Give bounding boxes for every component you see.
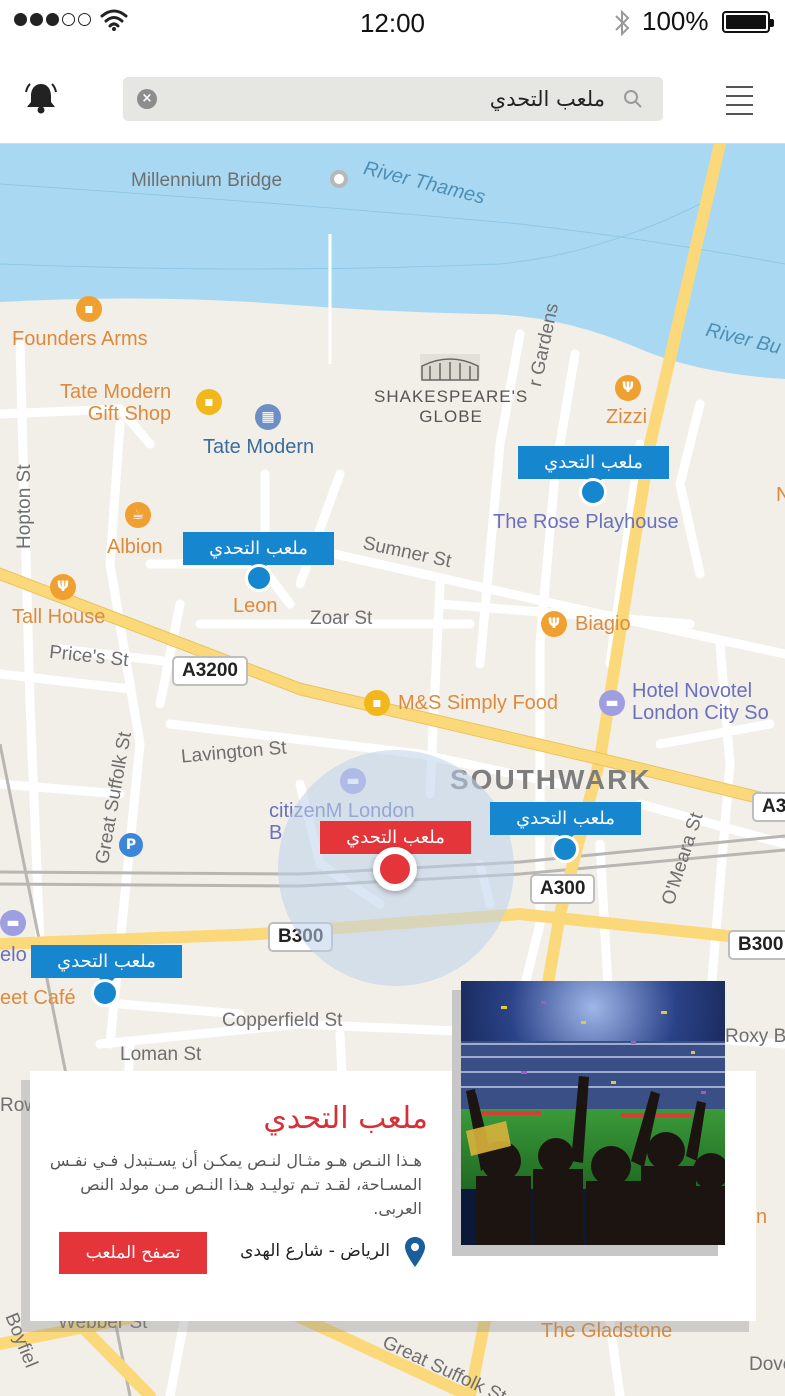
biagio-label: Biagio: [575, 613, 631, 635]
browse-venue-button[interactable]: تصفح الملعب: [59, 1232, 207, 1274]
battery-percent: 100%: [642, 6, 709, 36]
search-bar[interactable]: × ملعب التحدي: [123, 77, 663, 121]
hopton-st-label: Hopton St: [14, 464, 35, 550]
globe-theatre-icon: [421, 358, 479, 381]
shopping-cart-icon: ▪: [364, 690, 390, 716]
hotel-icon: ▬: [599, 690, 625, 716]
rose-playhouse-label: The Rose Playhouse: [493, 511, 679, 533]
elo-label: elo: [0, 944, 27, 966]
shopping-bag-icon: ▪: [196, 389, 222, 415]
location-pin-icon: [405, 1237, 425, 1267]
venue-address: الرياض - شارع الهدى: [240, 1241, 390, 1261]
ms-simply-food-label: M&S Simply Food: [398, 692, 559, 714]
albion-label: Albion: [107, 536, 163, 558]
zoar-st-label: Zoar St: [310, 608, 373, 629]
venue-marker-label[interactable]: ملعب التحدي: [518, 446, 669, 487]
cafe-icon: ☕: [125, 502, 151, 528]
venue-description: هـذا النـص هـو مثـال لنـص يمكـن أن يسـتب…: [49, 1151, 422, 1218]
museum-icon: ▦: [255, 404, 281, 430]
hamburger-menu-icon[interactable]: [726, 86, 753, 122]
street-cafe-label: eet Café: [0, 987, 76, 1009]
edge-label-n: N: [776, 484, 785, 506]
tall-house-label: Tall House: [12, 606, 106, 628]
status-bar: 12:00 100%: [0, 0, 785, 46]
pub-icon: ▪: [76, 296, 102, 322]
search-icon: [624, 90, 642, 108]
search-input[interactable]: ملعب التحدي: [490, 77, 605, 121]
road-shield-b300-edge: B300: [728, 930, 785, 960]
bridge-marker-icon: [330, 170, 348, 188]
stadium-crowd-photo[interactable]: [461, 981, 725, 1245]
bluetooth-icon: [615, 9, 630, 37]
clear-search-icon[interactable]: ×: [137, 89, 157, 109]
parking-icon: P: [119, 833, 143, 857]
hotel-icon: ▬: [0, 910, 26, 936]
roxy-b-label: Roxy B: [725, 1026, 785, 1047]
restaurant-icon: Ψ: [615, 375, 641, 401]
selected-venue-marker-pin[interactable]: [373, 847, 417, 891]
app-header: × ملعب التحدي: [0, 46, 785, 144]
notification-bell-icon[interactable]: [24, 82, 58, 114]
road-shield-a3200: A3200: [172, 656, 248, 686]
venue-marker-label[interactable]: ملعب التحدي: [183, 532, 334, 573]
shakespeares-globe-label: SHAKESPEARE'S GLOBE: [374, 387, 529, 426]
tate-modern-label: Tate Modern: [203, 436, 315, 458]
copperfield-st-label: Copperfield St: [222, 1010, 343, 1031]
edge-label-n2: n: [756, 1206, 768, 1228]
hotel-novotel-label: Hotel Novotel London City So: [632, 680, 769, 724]
millennium-bridge-label: Millennium Bridge: [131, 170, 283, 191]
road-shield-a300: A300: [530, 874, 596, 904]
founders-arms-label: Founders Arms: [12, 328, 148, 350]
restaurant-icon: Ψ: [541, 611, 567, 637]
venue-marker-label[interactable]: ملعب التحدي: [31, 945, 182, 986]
tate-gift-shop-label: Tate Modern Gift Shop: [60, 381, 172, 425]
venue-marker-pin[interactable]: [551, 835, 579, 863]
loman-st-label: Loman St: [120, 1044, 202, 1065]
venue-marker-pin[interactable]: [91, 979, 119, 1007]
road-shield-a3: A3: [752, 792, 785, 822]
zizzi-label: Zizzi: [606, 406, 648, 428]
venue-title: ملعب التحدي: [263, 1101, 428, 1136]
venue-marker-pin[interactable]: [245, 564, 273, 592]
stadium-photo-art: [461, 981, 725, 1245]
leon-label: Leon: [233, 595, 278, 617]
dover-label: Dover: [749, 1354, 785, 1375]
battery-icon: [722, 11, 774, 33]
venue-marker-label[interactable]: ملعب التحدي: [490, 802, 641, 843]
venue-marker-pin[interactable]: [579, 478, 607, 506]
restaurant-icon: Ψ: [50, 574, 76, 600]
